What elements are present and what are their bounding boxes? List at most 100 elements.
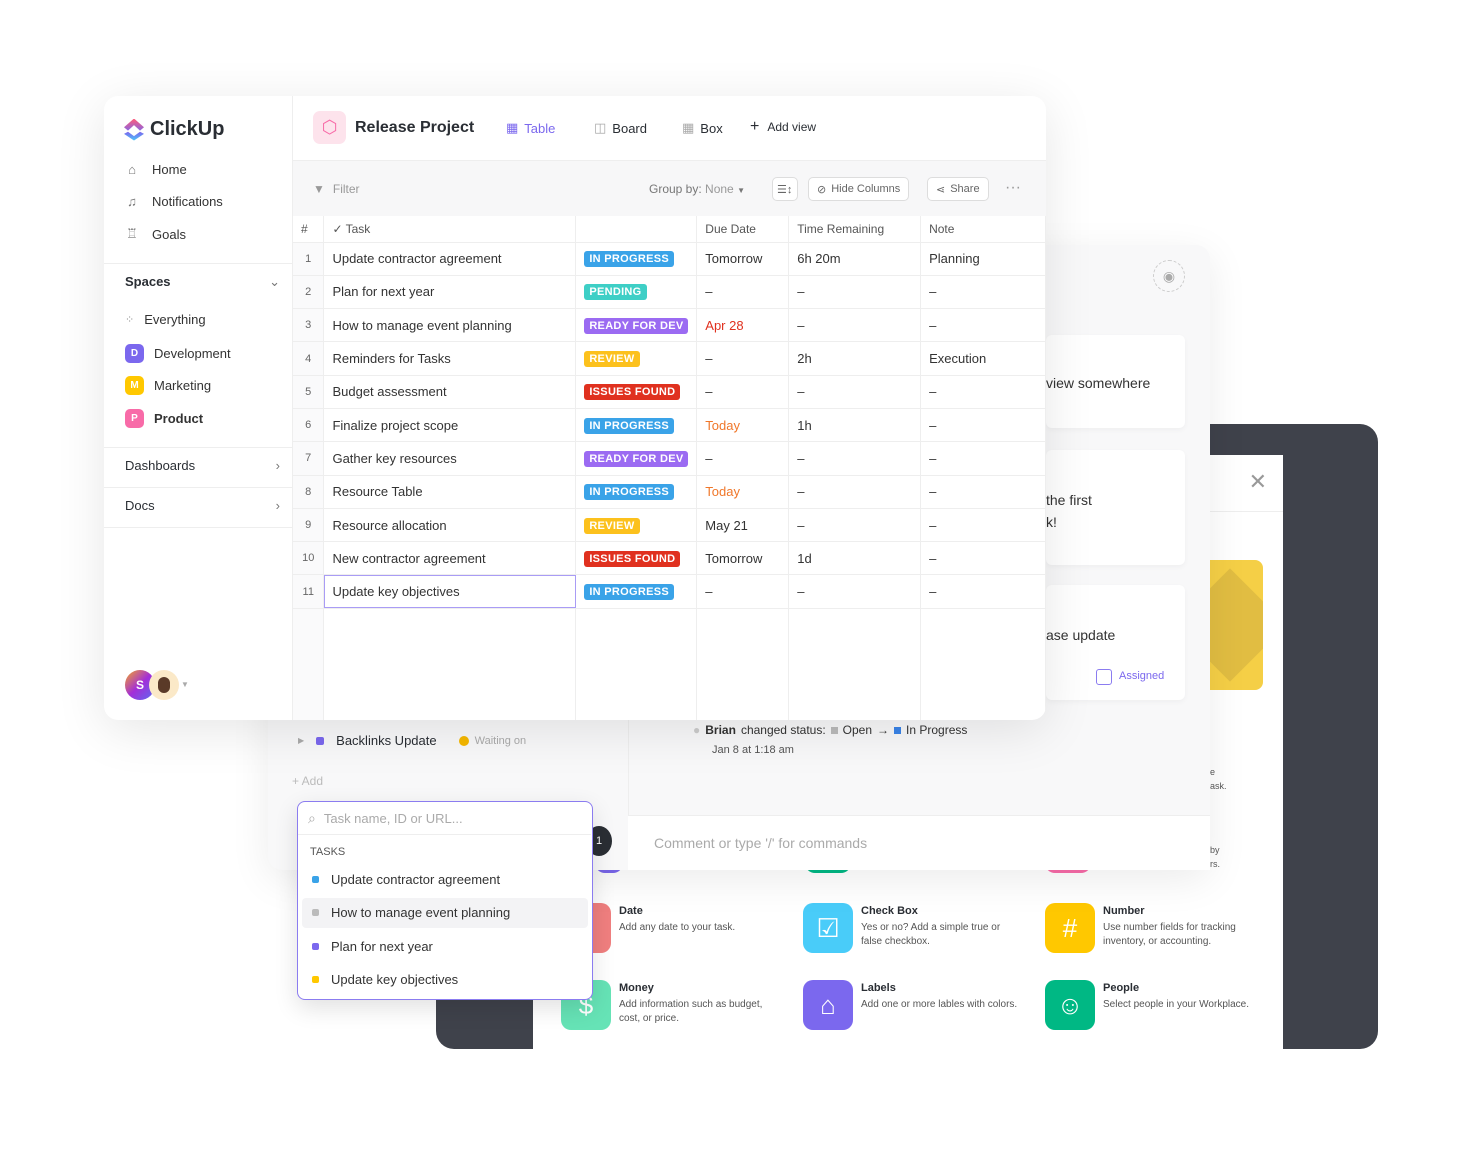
status-cell[interactable]: IN PROGRESS <box>575 475 698 509</box>
column-header[interactable]: Due Date <box>696 216 790 243</box>
status-cell[interactable]: READY FOR DEV <box>575 441 698 476</box>
status-cell[interactable]: IN PROGRESS <box>575 408 698 443</box>
note[interactable]: – <box>920 574 1046 609</box>
note[interactable]: – <box>920 308 1046 343</box>
search-input[interactable]: ⌕ Task name, ID or URL... <box>298 802 591 835</box>
table-row[interactable]: 4 Reminders for Tasks REVIEW –2h Execution <box>293 341 1046 376</box>
comment-input[interactable]: Comment or type '/' for commands <box>654 835 867 851</box>
close-icon[interactable]: ✕ <box>1249 471 1267 493</box>
comment-box[interactable]: Comment or type '/' for commands <box>628 815 1210 870</box>
table-row[interactable]: 10 New contractor agreement ISSUES FOUND To… <box>293 541 1046 576</box>
space-development[interactable]: D Development <box>125 344 231 363</box>
status-cell[interactable]: ISSUES FOUND <box>575 541 698 576</box>
task-name[interactable]: Update key objectives <box>323 574 577 609</box>
status-badge[interactable]: REVIEW <box>584 351 640 368</box>
search-result-item[interactable]: Update key objectives <box>302 965 588 995</box>
sidebar-item-everything[interactable]: ⁘ Everything <box>125 312 206 327</box>
sidebar-item-notifications[interactable]: ♫ Notifications <box>124 194 223 209</box>
status-badge[interactable]: IN PROGRESS <box>584 484 675 501</box>
field-type-date[interactable]: ▯DateAdd any date to your task. <box>561 903 801 963</box>
due-date[interactable]: – <box>696 574 790 609</box>
task-name[interactable]: Budget assessment <box>323 375 577 409</box>
column-header[interactable]: Note <box>920 216 1046 243</box>
field-type-money[interactable]: $ Money Add information such as budget, co… <box>561 980 801 1040</box>
task-name[interactable]: Reminders for Tasks <box>323 341 577 376</box>
search-result-item[interactable]: Update contractor agreement <box>302 864 588 894</box>
avatar-photo[interactable] <box>149 670 179 700</box>
field-type-labels[interactable]: ⌂ Labels Add one or more lables with color… <box>803 980 1043 1040</box>
status-badge[interactable]: READY FOR DEV <box>584 450 689 467</box>
table-row[interactable]: 6 Finalize project scope IN PROGRESS Today 1… <box>293 408 1046 443</box>
eye-icon[interactable]: ◉ <box>1153 260 1185 292</box>
sort-button[interactable]: ☰↕ <box>772 177 798 201</box>
note[interactable]: – <box>920 441 1046 476</box>
group-by-select[interactable]: Group by: None ▼ <box>649 182 745 196</box>
task-name[interactable]: New contractor agreement <box>323 541 577 576</box>
status-cell[interactable]: REVIEW <box>575 508 698 543</box>
subtask-row[interactable]: ▶ Backlinks Update Waiting on <box>298 733 526 748</box>
table-row[interactable]: 11 Update key objectives IN PROGRESS – – – <box>293 574 1046 609</box>
due-date[interactable]: May 21 <box>696 508 790 543</box>
space-marketing[interactable]: M Marketing <box>125 376 211 395</box>
due-date[interactable]: Today <box>696 475 790 509</box>
tab-box[interactable]: ▦ Box <box>682 120 723 136</box>
due-date[interactable]: Tomorrow <box>696 242 790 276</box>
status-cell[interactable]: REVIEW <box>575 341 698 376</box>
share-button[interactable]: ⋖ Share <box>927 177 989 201</box>
due-date[interactable]: Apr 28 <box>696 308 790 343</box>
note[interactable]: – <box>920 408 1046 443</box>
task-name[interactable]: How to manage event planning <box>323 308 577 343</box>
table-row[interactable]: 1 Update contractor agreement IN PROGRESS T… <box>293 242 1046 276</box>
field-type-number[interactable]: # Number Use number fields for tracking in… <box>1045 903 1285 963</box>
sidebar-item-goals[interactable]: ♖ Goals <box>124 226 186 242</box>
status-badge[interactable]: PENDING <box>584 284 647 301</box>
search-result-item[interactable]: Plan for next year <box>302 931 588 961</box>
note[interactable]: – <box>920 508 1046 543</box>
note[interactable]: – <box>920 375 1046 409</box>
table-row[interactable]: 5 Budget assessment ISSUES FOUND – – – <box>293 375 1046 409</box>
spaces-header[interactable]: Spaces ⌄ <box>125 274 280 290</box>
search-result-item[interactable]: How to manage event planning <box>302 897 588 928</box>
status-cell[interactable]: ISSUES FOUND <box>575 375 698 409</box>
sidebar-item-home[interactable]: ⌂ Home <box>124 162 187 177</box>
task-name[interactable]: Finalize project scope <box>323 408 577 443</box>
status-badge[interactable]: ISSUES FOUND <box>584 550 681 567</box>
task-name[interactable]: Plan for next year <box>323 275 577 310</box>
sidebar-item-docs[interactable]: Docs › <box>125 498 280 513</box>
tab-board[interactable]: ◫ Board <box>594 120 647 136</box>
column-header[interactable] <box>575 216 698 243</box>
status-badge[interactable]: READY FOR DEV <box>584 317 689 334</box>
field-type-check-box[interactable]: ☑ Check Box Yes or no? Add a simple true o… <box>803 903 1043 963</box>
expand-icon[interactable]: ▶ <box>298 736 304 745</box>
more-icon[interactable]: ··· <box>1005 179 1021 197</box>
status-badge[interactable]: ISSUES FOUND <box>584 384 681 401</box>
due-date[interactable]: – <box>696 375 790 409</box>
status-badge[interactable]: IN PROGRESS <box>584 584 675 601</box>
field-type-people[interactable]: ☺ People Select people in your Workplace. <box>1045 980 1285 1040</box>
filter-button[interactable]: ▼ Filter <box>313 182 360 196</box>
due-date[interactable]: – <box>696 275 790 310</box>
task-name[interactable]: Update contractor agreement <box>323 242 577 276</box>
task-name[interactable]: Gather key resources <box>323 441 577 476</box>
due-date[interactable]: – <box>696 341 790 376</box>
status-cell[interactable]: IN PROGRESS <box>575 574 698 609</box>
table-row[interactable]: 2 Plan for next year PENDING – – – <box>293 275 1046 310</box>
sidebar-item-dashboards[interactable]: Dashboards › <box>125 458 280 473</box>
table-row[interactable]: 8 Resource Table IN PROGRESS Today – – <box>293 475 1046 509</box>
note[interactable]: – <box>920 275 1046 310</box>
add-view-button[interactable]: + Add view <box>750 119 816 135</box>
tab-table[interactable]: ▦ Table <box>506 120 555 136</box>
note[interactable]: – <box>920 475 1046 509</box>
task-name[interactable]: Resource Table <box>323 475 577 509</box>
add-subtask-button[interactable]: + Add <box>292 774 323 788</box>
status-badge[interactable]: IN PROGRESS <box>584 417 675 434</box>
table-row[interactable]: 3 How to manage event planning READY FOR D… <box>293 308 1046 343</box>
due-date[interactable]: Today <box>696 408 790 443</box>
assigned-checkbox[interactable] <box>1096 669 1112 685</box>
column-header[interactable]: ✓ Task <box>323 216 577 243</box>
note[interactable]: Execution <box>920 341 1046 376</box>
status-cell[interactable]: READY FOR DEV <box>575 308 698 343</box>
status-cell[interactable]: IN PROGRESS <box>575 242 698 276</box>
status-cell[interactable]: PENDING <box>575 275 698 310</box>
table-row[interactable]: 9 Resource allocation REVIEW May 21– – <box>293 508 1046 543</box>
